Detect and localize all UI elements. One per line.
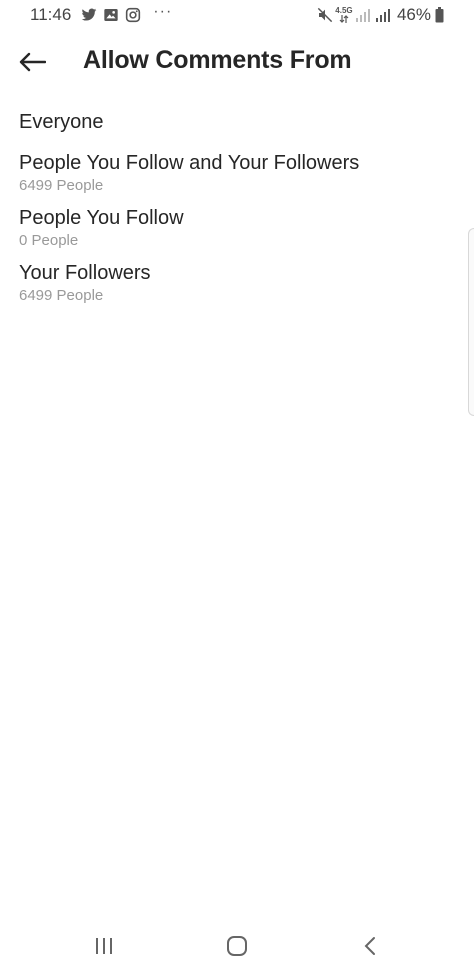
signal-icon — [355, 7, 371, 23]
option-label: Everyone — [19, 111, 104, 133]
recent-apps-icon — [96, 938, 112, 954]
option-your-followers[interactable]: Your Followers 6499 People — [19, 261, 151, 305]
option-count: 6499 People — [19, 177, 104, 194]
option-count: 0 People — [19, 232, 79, 249]
data-arrows-icon — [339, 15, 349, 23]
edge-panel-handle[interactable] — [468, 228, 474, 416]
battery-percent: 46% — [396, 5, 431, 24]
battery-icon — [435, 7, 444, 23]
option-label: People You Follow — [19, 207, 184, 229]
option-label: Your Followers — [19, 262, 151, 284]
status-bar-right: 4.5G 46% — [317, 4, 444, 26]
status-time: 11:46 — [30, 5, 72, 24]
option-people-you-follow[interactable]: People You Follow 0 People — [19, 206, 184, 250]
navigation-bar — [0, 926, 474, 966]
recent-apps-button[interactable] — [89, 934, 119, 958]
nav-back-button[interactable] — [355, 934, 385, 958]
option-people-you-follow-and-your-followers[interactable]: People You Follow and Your Followers 649… — [19, 151, 359, 195]
option-label: People You Follow and Your Followers — [19, 152, 360, 174]
network-indicator: 4.5G — [335, 6, 353, 23]
option-everyone[interactable]: Everyone — [19, 110, 104, 134]
status-bar-left: 11:46 ··· — [30, 3, 173, 26]
status-bar: 11:46 ··· 4.5G 46% — [0, 0, 474, 30]
arrow-left-icon — [19, 52, 46, 72]
overflow-dots: ··· — [153, 3, 173, 20]
home-button[interactable] — [222, 934, 252, 958]
page-title: Allow Comments From — [83, 46, 352, 74]
home-icon — [227, 936, 247, 956]
gallery-icon — [103, 7, 119, 23]
back-icon — [364, 937, 375, 955]
instagram-icon — [125, 7, 141, 23]
mute-icon — [317, 7, 333, 23]
back-button[interactable] — [14, 46, 50, 78]
network-type: 4.5G — [335, 6, 353, 15]
signal-icon — [375, 7, 391, 23]
header: Allow Comments From — [0, 36, 474, 88]
option-count: 6499 People — [19, 287, 104, 304]
twitter-icon — [81, 7, 97, 23]
